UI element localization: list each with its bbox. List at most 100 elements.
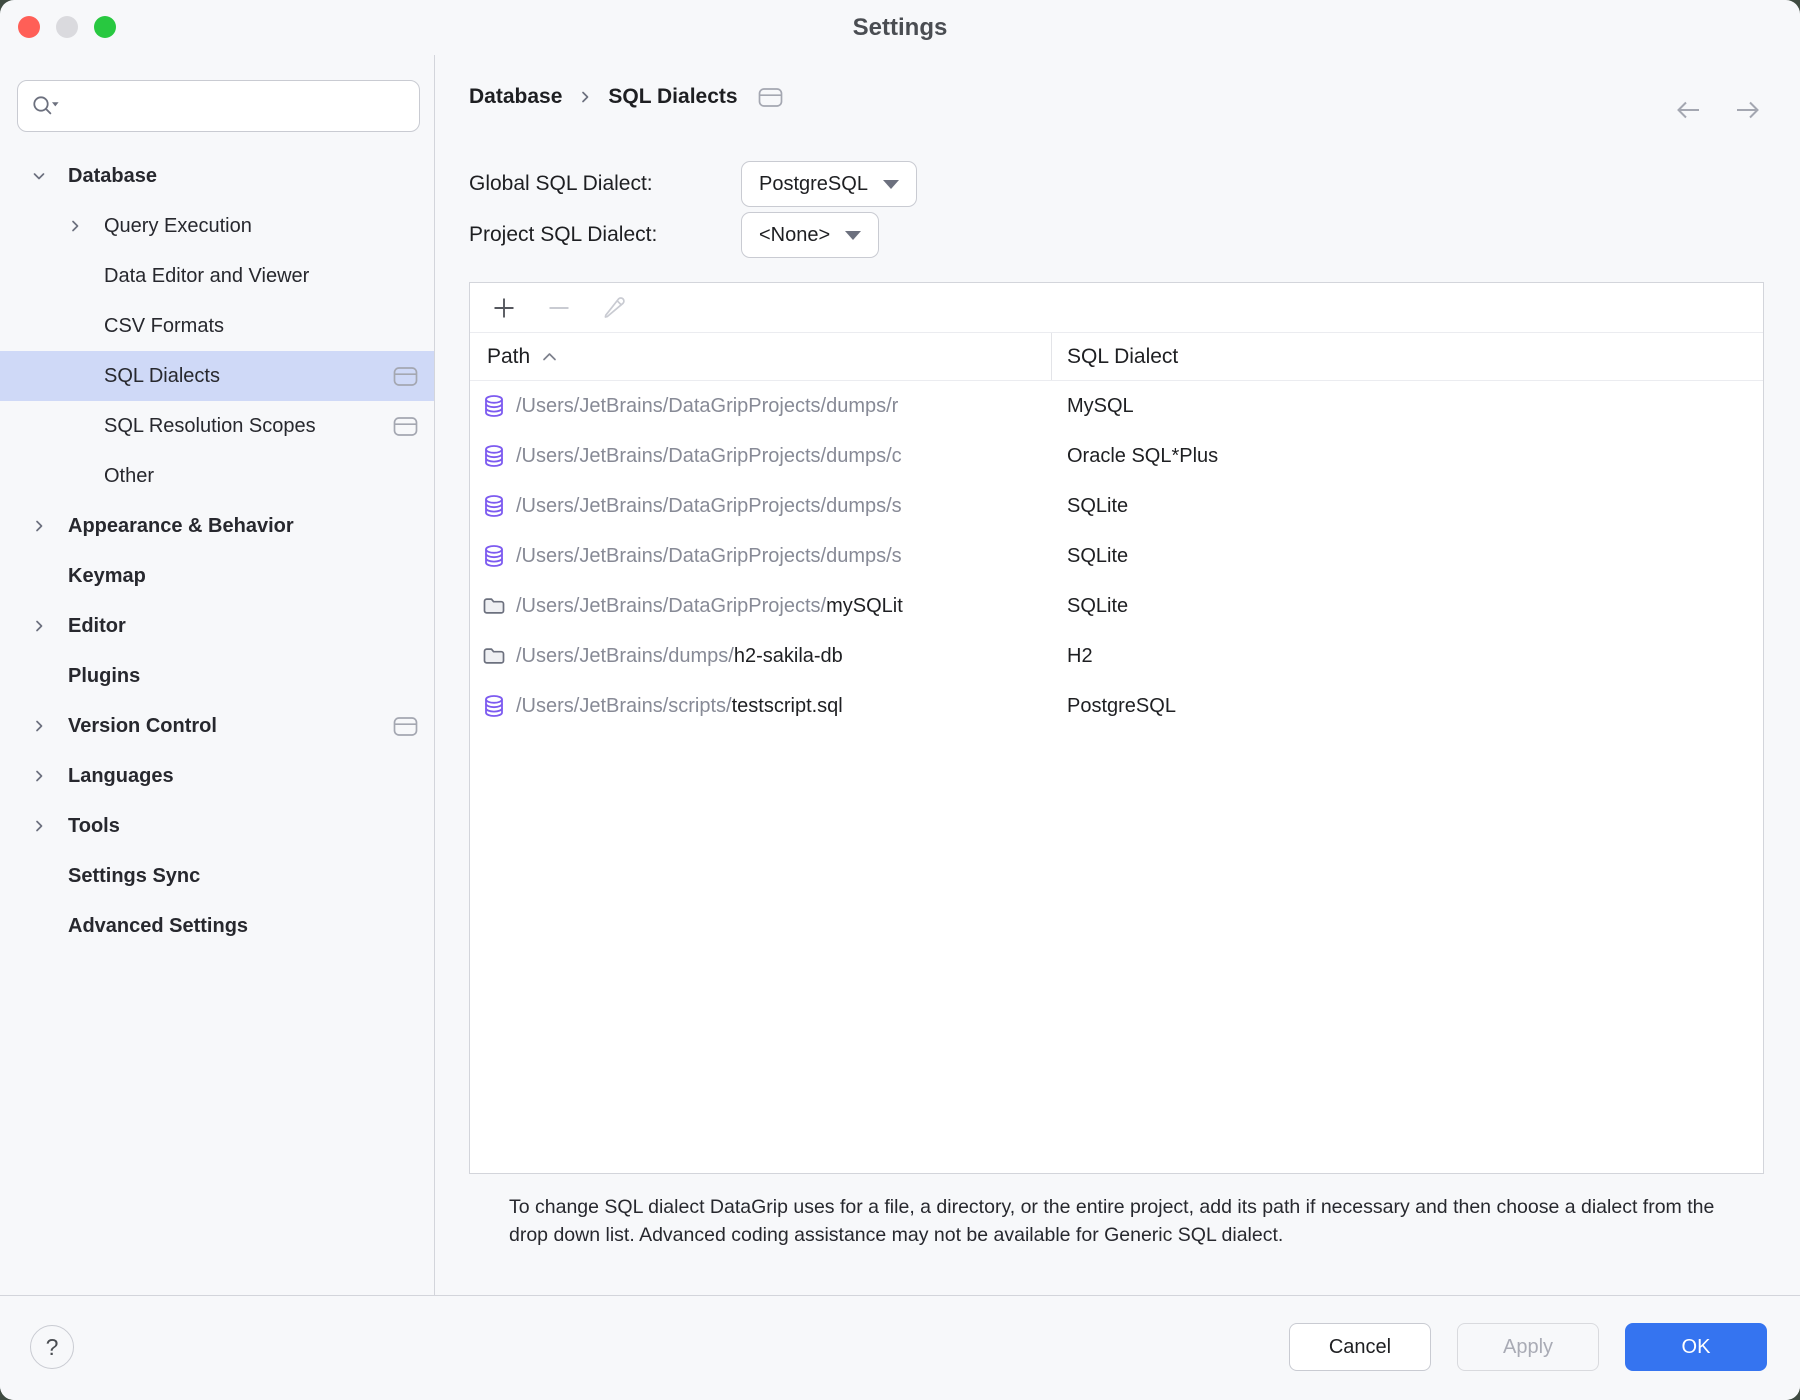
global-dialect-row: Global SQL Dialect: PostgreSQL [469, 161, 917, 207]
remove-path-button[interactable] [545, 294, 573, 322]
sidebar-item-languages[interactable]: Languages [0, 751, 434, 801]
help-button[interactable]: ? [30, 1325, 74, 1369]
table-row[interactable]: /Users/JetBrains/DataGripProjects/dumps/… [470, 431, 1763, 481]
database-file-icon [481, 543, 507, 569]
chevron-slot [30, 867, 68, 885]
sql-dialect-mappings-table: Path SQL Dialect /Users/JetBra [469, 282, 1764, 1174]
path-cell: /Users/JetBrains/DataGripProjects/mySQLi… [470, 593, 1051, 619]
sidebar-item-plugins[interactable]: Plugins [0, 651, 434, 701]
table-row[interactable]: /Users/JetBrains/DataGripProjects/dumps/… [470, 381, 1763, 431]
sidebar-item-version-control[interactable]: Version Control [0, 701, 434, 751]
dialect-cell[interactable]: PostgreSQL [1051, 695, 1176, 718]
minimize-button[interactable] [56, 16, 78, 38]
chevron-collapsed-icon[interactable] [30, 617, 68, 635]
add-path-button[interactable] [490, 294, 518, 322]
column-divider[interactable] [1051, 333, 1052, 380]
window-badge-icon [393, 366, 418, 387]
search-input[interactable] [68, 94, 407, 119]
search-field[interactable] [17, 80, 420, 132]
sidebar-item-csv-formats[interactable]: CSV Formats [0, 301, 434, 351]
sidebar-item-label: Settings Sync [68, 865, 200, 888]
folder-icon [481, 643, 507, 669]
chevron-expanded-icon[interactable] [30, 167, 68, 185]
sidebar-item-advanced-settings[interactable]: Advanced Settings [0, 901, 434, 951]
chevron-slot [30, 667, 68, 685]
table-row[interactable]: /Users/JetBrains/DataGripProjects/dumps/… [470, 531, 1763, 581]
dialect-cell[interactable]: SQLite [1051, 595, 1128, 618]
database-file-icon [481, 393, 507, 419]
project-dialect-dropdown[interactable]: <None> [741, 212, 879, 258]
sort-ascending-icon [541, 351, 558, 363]
dialect-cell[interactable]: MySQL [1051, 395, 1134, 418]
table-row[interactable]: /Users/JetBrains/DataGripProjects/dumps/… [470, 481, 1763, 531]
sidebar-item-other[interactable]: Other [0, 451, 434, 501]
dialect-cell[interactable]: SQLite [1051, 495, 1128, 518]
sidebar-item-sql-dialects[interactable]: SQL Dialects [0, 351, 434, 401]
path-text: /Users/JetBrains/DataGripProjects/dumps/… [516, 495, 902, 518]
ok-button[interactable]: OK [1625, 1323, 1767, 1371]
path-cell: /Users/JetBrains/DataGripProjects/dumps/… [470, 393, 1051, 419]
dialect-cell[interactable]: H2 [1051, 645, 1093, 668]
sidebar-item-database[interactable]: Database [0, 151, 434, 201]
dialect-cell[interactable]: SQLite [1051, 545, 1128, 568]
zoom-button[interactable] [94, 16, 116, 38]
sidebar-item-appearance-behavior[interactable]: Appearance & Behavior [0, 501, 434, 551]
chevron-slot [66, 367, 104, 385]
breadcrumb-root[interactable]: Database [469, 85, 562, 109]
back-arrow-icon[interactable] [1672, 97, 1704, 128]
table-toolbar [470, 283, 1763, 333]
chevron-collapsed-icon[interactable] [30, 767, 68, 785]
column-header-dialect-label: SQL Dialect [1067, 345, 1178, 368]
database-file-icon [481, 443, 507, 469]
path-cell: /Users/JetBrains/dumps/h2-sakila-db [470, 643, 1051, 669]
sidebar-item-editor[interactable]: Editor [0, 601, 434, 651]
sidebar-item-query-execution[interactable]: Query Execution [0, 201, 434, 251]
table-row[interactable]: /Users/JetBrains/DataGripProjects/mySQLi… [470, 581, 1763, 631]
dialect-help-note: To change SQL dialect DataGrip uses for … [509, 1193, 1717, 1249]
table-row[interactable]: /Users/JetBrains/dumps/h2-sakila-db H2 [470, 631, 1763, 681]
sidebar-item-label: SQL Dialects [104, 365, 220, 388]
chevron-slot [66, 417, 104, 435]
dropdown-caret-icon [883, 180, 899, 189]
footer-buttons: Cancel Apply OK [1289, 1323, 1767, 1371]
cancel-button[interactable]: Cancel [1289, 1323, 1431, 1371]
chevron-collapsed-icon[interactable] [66, 217, 104, 235]
dialect-cell[interactable]: Oracle SQL*Plus [1051, 445, 1218, 468]
search-icon [30, 93, 62, 119]
sidebar-item-label: Languages [68, 765, 174, 788]
sidebar-item-data-editor-and-viewer[interactable]: Data Editor and Viewer [0, 251, 434, 301]
column-header-path[interactable]: Path [470, 345, 1051, 369]
path-text: /Users/JetBrains/DataGripProjects/dumps/… [516, 545, 902, 568]
chevron-collapsed-icon[interactable] [30, 817, 68, 835]
forward-arrow-icon[interactable] [1732, 97, 1764, 128]
sidebar-item-label: SQL Resolution Scopes [104, 415, 316, 438]
table-header: Path SQL Dialect [470, 333, 1763, 381]
sidebar-item-keymap[interactable]: Keymap [0, 551, 434, 601]
path-cell: /Users/JetBrains/DataGripProjects/dumps/… [470, 443, 1051, 469]
close-button[interactable] [18, 16, 40, 38]
chevron-collapsed-icon[interactable] [30, 517, 68, 535]
column-header-dialect[interactable]: SQL Dialect [1051, 345, 1178, 369]
sidebar-item-settings-sync[interactable]: Settings Sync [0, 851, 434, 901]
window-badge-icon [393, 416, 418, 437]
sidebar-item-label: Tools [68, 815, 120, 838]
table-row[interactable]: /Users/JetBrains/scripts/testscript.sql … [470, 681, 1763, 731]
sidebar-item-label: Other [104, 465, 154, 488]
chevron-slot [30, 917, 68, 935]
traffic-lights [18, 16, 116, 38]
edit-path-button[interactable] [600, 294, 628, 322]
chevron-collapsed-icon[interactable] [30, 717, 68, 735]
global-dialect-value: PostgreSQL [759, 173, 868, 196]
database-file-icon [481, 493, 507, 519]
global-dialect-dropdown[interactable]: PostgreSQL [741, 161, 917, 207]
sidebar-item-label: Keymap [68, 565, 146, 588]
sidebar-item-label: Data Editor and Viewer [104, 265, 309, 288]
sidebar-item-tools[interactable]: Tools [0, 801, 434, 851]
sidebar-item-label: Editor [68, 615, 126, 638]
sidebar-item-sql-resolution-scopes[interactable]: SQL Resolution Scopes [0, 401, 434, 451]
settings-window: Settings Database [0, 0, 1800, 1400]
path-text: /Users/JetBrains/DataGripProjects/mySQLi… [516, 595, 903, 618]
apply-button[interactable]: Apply [1457, 1323, 1599, 1371]
breadcrumb-current: SQL Dialects [608, 85, 737, 109]
settings-tree: Database Query Execution Data Editor and… [0, 151, 434, 951]
